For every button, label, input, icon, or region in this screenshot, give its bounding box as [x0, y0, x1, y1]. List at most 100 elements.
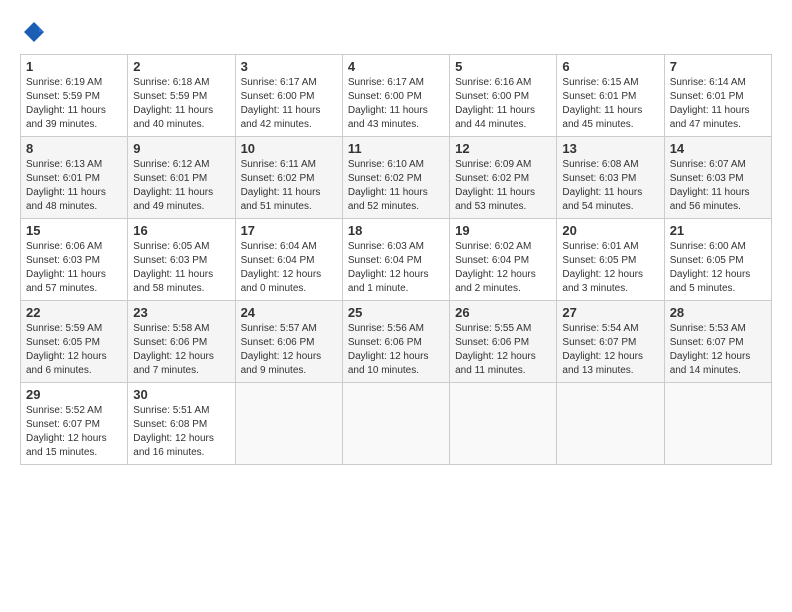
day-number: 6: [562, 59, 658, 74]
day-cell-11: 11 Sunrise: 6:10 AMSunset: 6:02 PMDayligh…: [342, 136, 449, 218]
day-info: Sunrise: 6:08 AMSunset: 6:03 PMDaylight:…: [562, 159, 642, 212]
day-cell-29: 29 Sunrise: 5:52 AMSunset: 6:07 PMDayligh…: [21, 382, 128, 464]
day-info: Sunrise: 6:06 AMSunset: 6:03 PMDaylight:…: [26, 241, 106, 294]
day-cell-14: 14 Sunrise: 6:07 AMSunset: 6:03 PMDayligh…: [664, 136, 771, 218]
day-cell-17: 17 Sunrise: 6:04 AMSunset: 6:04 PMDayligh…: [235, 218, 342, 300]
empty-cell: [450, 382, 557, 464]
day-number: 10: [241, 141, 337, 156]
empty-cell: [342, 382, 449, 464]
day-info: Sunrise: 6:14 AMSunset: 6:01 PMDaylight:…: [670, 77, 750, 130]
day-cell-3: 3 Sunrise: 6:17 AMSunset: 6:00 PMDaylight…: [235, 54, 342, 136]
day-cell-26: 26 Sunrise: 5:55 AMSunset: 6:06 PMDayligh…: [450, 300, 557, 382]
day-info: Sunrise: 6:02 AMSunset: 6:04 PMDaylight:…: [455, 241, 536, 294]
day-cell-8: 8 Sunrise: 6:13 AMSunset: 6:01 PMDaylight…: [21, 136, 128, 218]
day-info: Sunrise: 5:54 AMSunset: 6:07 PMDaylight:…: [562, 323, 643, 376]
day-cell-2: 2 Sunrise: 6:18 AMSunset: 5:59 PMDaylight…: [128, 54, 235, 136]
day-cell-24: 24 Sunrise: 5:57 AMSunset: 6:06 PMDayligh…: [235, 300, 342, 382]
day-info: Sunrise: 5:55 AMSunset: 6:06 PMDaylight:…: [455, 323, 536, 376]
day-number: 26: [455, 305, 551, 320]
day-number: 30: [133, 387, 229, 402]
day-cell-10: 10 Sunrise: 6:11 AMSunset: 6:02 PMDayligh…: [235, 136, 342, 218]
day-info: Sunrise: 5:57 AMSunset: 6:06 PMDaylight:…: [241, 323, 322, 376]
day-cell-15: 15 Sunrise: 6:06 AMSunset: 6:03 PMDayligh…: [21, 218, 128, 300]
day-number: 1: [26, 59, 122, 74]
day-number: 11: [348, 141, 444, 156]
day-number: 17: [241, 223, 337, 238]
day-cell-27: 27 Sunrise: 5:54 AMSunset: 6:07 PMDayligh…: [557, 300, 664, 382]
day-number: 13: [562, 141, 658, 156]
day-info: Sunrise: 6:19 AMSunset: 5:59 PMDaylight:…: [26, 77, 106, 130]
day-info: Sunrise: 6:09 AMSunset: 6:02 PMDaylight:…: [455, 159, 535, 212]
day-cell-20: 20 Sunrise: 6:01 AMSunset: 6:05 PMDayligh…: [557, 218, 664, 300]
day-info: Sunrise: 6:10 AMSunset: 6:02 PMDaylight:…: [348, 159, 428, 212]
day-info: Sunrise: 6:13 AMSunset: 6:01 PMDaylight:…: [26, 159, 106, 212]
day-number: 16: [133, 223, 229, 238]
day-number: 8: [26, 141, 122, 156]
day-number: 24: [241, 305, 337, 320]
day-cell-19: 19 Sunrise: 6:02 AMSunset: 6:04 PMDayligh…: [450, 218, 557, 300]
day-info: Sunrise: 6:11 AMSunset: 6:02 PMDaylight:…: [241, 159, 321, 212]
day-number: 4: [348, 59, 444, 74]
day-number: 2: [133, 59, 229, 74]
day-cell-18: 18Sunrise: 6:03 AMSunset: 6:04 PMDayligh…: [342, 218, 449, 300]
page-header: [20, 20, 772, 44]
day-cell-22: 22 Sunrise: 5:59 AMSunset: 6:05 PMDayligh…: [21, 300, 128, 382]
day-info: Sunrise: 5:51 AMSunset: 6:08 PMDaylight:…: [133, 405, 214, 458]
day-info: Sunrise: 6:12 AMSunset: 6:01 PMDaylight:…: [133, 159, 213, 212]
calendar-week-2: 15 Sunrise: 6:06 AMSunset: 6:03 PMDayligh…: [21, 218, 772, 300]
logo-icon: [22, 20, 46, 44]
day-info: Sunrise: 6:05 AMSunset: 6:03 PMDaylight:…: [133, 241, 213, 294]
day-info: Sunrise: 6:17 AMSunset: 6:00 PMDaylight:…: [241, 77, 321, 130]
day-cell-28: 28 Sunrise: 5:53 AMSunset: 6:07 PMDayligh…: [664, 300, 771, 382]
calendar-week-1: 8 Sunrise: 6:13 AMSunset: 6:01 PMDaylight…: [21, 136, 772, 218]
day-cell-16: 16 Sunrise: 6:05 AMSunset: 6:03 PMDayligh…: [128, 218, 235, 300]
day-info: Sunrise: 5:56 AMSunset: 6:06 PMDaylight:…: [348, 323, 429, 376]
day-number: 5: [455, 59, 551, 74]
day-cell-13: 13 Sunrise: 6:08 AMSunset: 6:03 PMDayligh…: [557, 136, 664, 218]
day-number: 21: [670, 223, 766, 238]
day-number: 28: [670, 305, 766, 320]
day-cell-30: 30 Sunrise: 5:51 AMSunset: 6:08 PMDayligh…: [128, 382, 235, 464]
day-number: 25: [348, 305, 444, 320]
day-number: 22: [26, 305, 122, 320]
day-number: 19: [455, 223, 551, 238]
day-cell-9: 9 Sunrise: 6:12 AMSunset: 6:01 PMDaylight…: [128, 136, 235, 218]
day-number: 9: [133, 141, 229, 156]
day-info: Sunrise: 6:15 AMSunset: 6:01 PMDaylight:…: [562, 77, 642, 130]
day-info: Sunrise: 6:18 AMSunset: 5:59 PMDaylight:…: [133, 77, 213, 130]
day-number: 15: [26, 223, 122, 238]
day-info: Sunrise: 5:58 AMSunset: 6:06 PMDaylight:…: [133, 323, 214, 376]
day-cell-21: 21 Sunrise: 6:00 AMSunset: 6:05 PMDayligh…: [664, 218, 771, 300]
day-number: 27: [562, 305, 658, 320]
empty-cell: [557, 382, 664, 464]
day-number: 14: [670, 141, 766, 156]
day-info: Sunrise: 5:53 AMSunset: 6:07 PMDaylight:…: [670, 323, 751, 376]
day-number: 12: [455, 141, 551, 156]
day-info: Sunrise: 5:59 AMSunset: 6:05 PMDaylight:…: [26, 323, 107, 376]
calendar-week-0: 1 Sunrise: 6:19 AMSunset: 5:59 PMDaylight…: [21, 54, 772, 136]
day-number: 20: [562, 223, 658, 238]
day-info: Sunrise: 6:03 AMSunset: 6:04 PMDaylight:…: [348, 241, 429, 294]
day-info: Sunrise: 6:07 AMSunset: 6:03 PMDaylight:…: [670, 159, 750, 212]
calendar-table: 1 Sunrise: 6:19 AMSunset: 5:59 PMDaylight…: [20, 54, 772, 465]
day-number: 3: [241, 59, 337, 74]
day-number: 29: [26, 387, 122, 402]
day-cell-7: 7 Sunrise: 6:14 AMSunset: 6:01 PMDaylight…: [664, 54, 771, 136]
day-number: 7: [670, 59, 766, 74]
calendar-week-4: 29 Sunrise: 5:52 AMSunset: 6:07 PMDayligh…: [21, 382, 772, 464]
empty-cell: [664, 382, 771, 464]
day-cell-1: 1 Sunrise: 6:19 AMSunset: 5:59 PMDaylight…: [21, 54, 128, 136]
day-cell-5: 5Sunrise: 6:16 AMSunset: 6:00 PMDaylight…: [450, 54, 557, 136]
day-info: Sunrise: 6:01 AMSunset: 6:05 PMDaylight:…: [562, 241, 643, 294]
day-number: 23: [133, 305, 229, 320]
calendar-week-3: 22 Sunrise: 5:59 AMSunset: 6:05 PMDayligh…: [21, 300, 772, 382]
day-info: Sunrise: 6:00 AMSunset: 6:05 PMDaylight:…: [670, 241, 751, 294]
day-info: Sunrise: 6:17 AMSunset: 6:00 PMDaylight:…: [348, 77, 428, 130]
day-cell-23: 23 Sunrise: 5:58 AMSunset: 6:06 PMDayligh…: [128, 300, 235, 382]
day-cell-6: 6 Sunrise: 6:15 AMSunset: 6:01 PMDaylight…: [557, 54, 664, 136]
day-cell-12: 12 Sunrise: 6:09 AMSunset: 6:02 PMDayligh…: [450, 136, 557, 218]
day-cell-25: 25 Sunrise: 5:56 AMSunset: 6:06 PMDayligh…: [342, 300, 449, 382]
day-info: Sunrise: 5:52 AMSunset: 6:07 PMDaylight:…: [26, 405, 107, 458]
day-info: Sunrise: 6:04 AMSunset: 6:04 PMDaylight:…: [241, 241, 322, 294]
empty-cell: [235, 382, 342, 464]
